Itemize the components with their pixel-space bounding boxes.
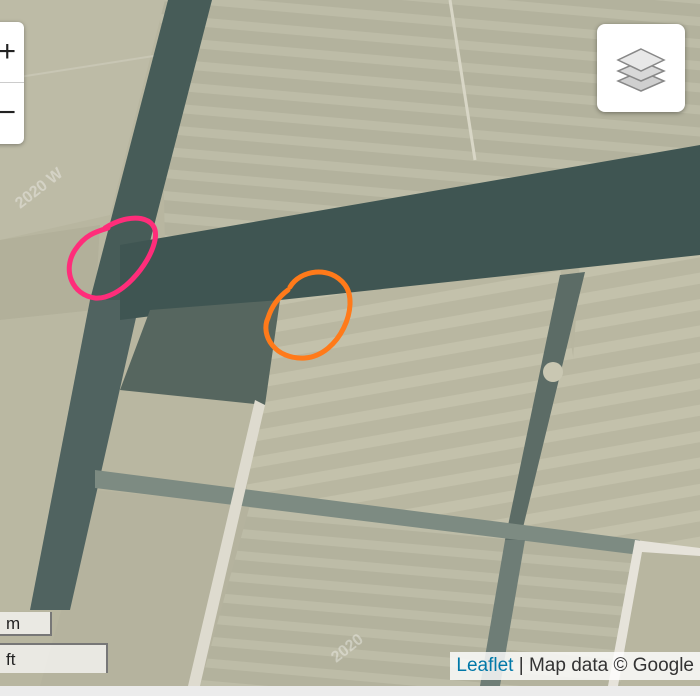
scale-bar-metric: m	[0, 612, 52, 636]
scale-bar-imperial: ft	[0, 643, 108, 673]
zoom-out-button[interactable]: −	[0, 82, 24, 143]
zoom-control: + −	[0, 22, 24, 144]
map-data-credit: Map data © Google	[528, 655, 694, 676]
layers-icon	[616, 48, 666, 92]
map-attribution: Leaflet | Map data © Google	[450, 652, 700, 680]
layers-button[interactable]	[597, 24, 685, 112]
leaflet-link[interactable]: Leaflet	[456, 655, 513, 676]
bottom-strip	[0, 686, 700, 696]
satellite-imagery	[0, 0, 700, 686]
attribution-separator: |	[513, 655, 529, 676]
zoom-in-button[interactable]: +	[0, 22, 24, 82]
map-view[interactable]: 2020 W 2020 + − m ft Leaflet | Map data …	[0, 0, 700, 686]
